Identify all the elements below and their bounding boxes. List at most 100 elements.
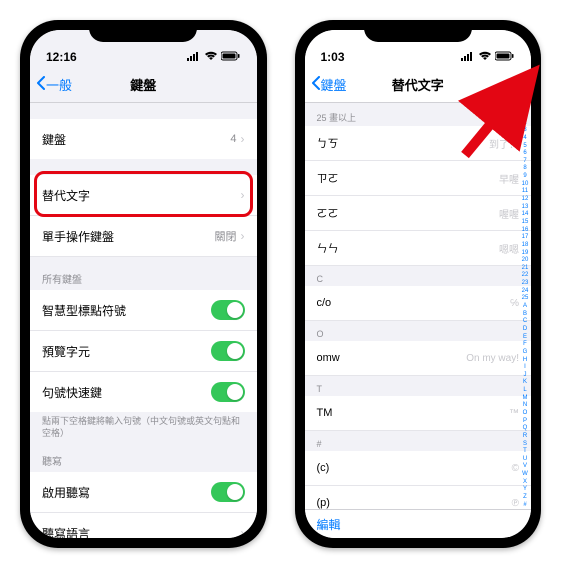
- index-letter[interactable]: D: [520, 326, 530, 332]
- screen-left: 12:16 一般 鍵盤: [30, 30, 257, 538]
- index-bar[interactable]: 1234567891011121314151617181920212223242…: [520, 112, 530, 508]
- index-letter[interactable]: Q: [520, 425, 530, 431]
- index-letter[interactable]: I: [520, 364, 530, 370]
- chevron-right-icon: ›: [241, 188, 245, 202]
- index-letter[interactable]: E: [520, 334, 530, 340]
- index-letter[interactable]: T: [520, 448, 530, 454]
- index-letter[interactable]: 8: [520, 165, 530, 171]
- index-letter[interactable]: R: [520, 433, 530, 439]
- index-letter[interactable]: Z: [520, 494, 530, 500]
- chevron-right-icon: ›: [241, 132, 245, 146]
- index-letter[interactable]: 22: [520, 272, 530, 278]
- add-button[interactable]: +: [509, 73, 521, 96]
- back-button[interactable]: 一般: [36, 75, 72, 94]
- toggle-on-icon[interactable]: [211, 482, 245, 502]
- index-letter[interactable]: 13: [520, 204, 530, 210]
- index-letter[interactable]: G: [520, 349, 530, 355]
- index-letter[interactable]: W: [520, 471, 530, 477]
- index-letter[interactable]: 24: [520, 288, 530, 294]
- edit-button[interactable]: 編輯: [317, 516, 341, 533]
- shortcut-text: (p): [317, 497, 512, 509]
- index-letter[interactable]: 2: [520, 120, 530, 126]
- index-letter[interactable]: K: [520, 379, 530, 385]
- chevron-right-icon: ›: [241, 229, 245, 243]
- index-letter[interactable]: O: [520, 410, 530, 416]
- index-letter[interactable]: 25: [520, 295, 530, 301]
- index-letter[interactable]: X: [520, 479, 530, 485]
- index-letter[interactable]: 7: [520, 158, 530, 164]
- nav-bar: 鍵盤 替代文字 +: [305, 66, 532, 103]
- index-letter[interactable]: A: [520, 303, 530, 309]
- row-dictation-languages[interactable]: 聽寫語言 ›: [30, 513, 257, 538]
- index-letter[interactable]: C: [520, 318, 530, 324]
- row-one-handed[interactable]: 單手操作鍵盤 關閉 ›: [30, 216, 257, 257]
- list-item[interactable]: omwOn my way!: [305, 341, 532, 376]
- index-letter[interactable]: H: [520, 357, 530, 363]
- row-text-replacement[interactable]: 替代文字 ›: [30, 175, 257, 216]
- settings-list[interactable]: 鍵盤 4 › 替代文字 › 單手操作鍵盤 關閉 › 所有鍵盤: [30, 103, 257, 538]
- row-keyboards[interactable]: 鍵盤 4 ›: [30, 119, 257, 159]
- index-letter[interactable]: 19: [520, 250, 530, 256]
- index-letter[interactable]: 3: [520, 127, 530, 133]
- list-item[interactable]: (c)©: [305, 451, 532, 486]
- toolbar: 編輯: [305, 509, 532, 538]
- index-letter[interactable]: 17: [520, 234, 530, 240]
- row-character-preview[interactable]: 預覽字元: [30, 331, 257, 372]
- index-letter[interactable]: 11: [520, 188, 530, 194]
- row-label: 替代文字: [42, 187, 241, 204]
- list-item[interactable]: ㄣㄣ嗯嗯: [305, 231, 532, 266]
- index-letter[interactable]: M: [520, 395, 530, 401]
- toggle-on-icon[interactable]: [211, 382, 245, 402]
- list-item[interactable]: ㄗㄛ早喔: [305, 161, 532, 196]
- index-letter[interactable]: 14: [520, 211, 530, 217]
- index-letter[interactable]: P: [520, 418, 530, 424]
- index-letter[interactable]: Y: [520, 486, 530, 492]
- index-letter[interactable]: L: [520, 387, 530, 393]
- row-smart-punctuation[interactable]: 智慧型標點符號: [30, 290, 257, 331]
- back-label: 一般: [46, 75, 72, 94]
- index-letter[interactable]: 9: [520, 173, 530, 179]
- index-letter[interactable]: 18: [520, 242, 530, 248]
- back-button[interactable]: 鍵盤: [311, 75, 347, 94]
- battery-icon: [221, 50, 241, 64]
- wifi-icon: [204, 50, 218, 64]
- chevron-left-icon: [311, 76, 321, 93]
- phrase-text: ℗: [512, 498, 519, 509]
- index-letter[interactable]: F: [520, 341, 530, 347]
- back-label: 鍵盤: [321, 75, 347, 94]
- index-letter[interactable]: 12: [520, 196, 530, 202]
- index-letter[interactable]: S: [520, 441, 530, 447]
- index-letter[interactable]: N: [520, 402, 530, 408]
- phone-left: 12:16 一般 鍵盤: [20, 20, 267, 548]
- index-letter[interactable]: 15: [520, 219, 530, 225]
- index-letter[interactable]: B: [520, 311, 530, 317]
- phrase-text: 早喔: [499, 171, 519, 186]
- list-item[interactable]: c/o℅: [305, 286, 532, 321]
- index-letter[interactable]: 20: [520, 257, 530, 263]
- list-item[interactable]: ㄛㄛ喔喔: [305, 196, 532, 231]
- index-letter[interactable]: 1: [520, 112, 530, 118]
- list-item[interactable]: ㄅㄎ到了！: [305, 126, 532, 161]
- index-letter[interactable]: 6: [520, 150, 530, 156]
- list-item[interactable]: TM™: [305, 396, 532, 431]
- row-enable-dictation[interactable]: 啟用聽寫: [30, 472, 257, 513]
- index-letter[interactable]: 23: [520, 280, 530, 286]
- index-letter[interactable]: 21: [520, 265, 530, 271]
- toggle-on-icon[interactable]: [211, 341, 245, 361]
- index-letter[interactable]: V: [520, 463, 530, 469]
- page-title: 替代文字: [392, 75, 444, 94]
- index-letter[interactable]: J: [520, 372, 530, 378]
- replacement-list[interactable]: 25 畫以上 ㄅㄎ到了！ㄗㄛ早喔ㄛㄛ喔喔ㄣㄣ嗯嗯 C c/o℅ O omwOn …: [305, 103, 532, 509]
- index-letter[interactable]: 4: [520, 135, 530, 141]
- list-item[interactable]: (p)℗: [305, 486, 532, 509]
- index-letter[interactable]: #: [520, 502, 530, 508]
- index-letter[interactable]: U: [520, 456, 530, 462]
- list-section-header: O: [305, 321, 532, 341]
- index-letter[interactable]: 16: [520, 227, 530, 233]
- toggle-on-icon[interactable]: [211, 300, 245, 320]
- row-period-shortcut[interactable]: 句號快速鍵: [30, 372, 257, 412]
- shortcut-text: (c): [317, 462, 512, 474]
- index-letter[interactable]: 10: [520, 181, 530, 187]
- index-letter[interactable]: 5: [520, 143, 530, 149]
- row-label: 句號快速鍵: [42, 384, 211, 401]
